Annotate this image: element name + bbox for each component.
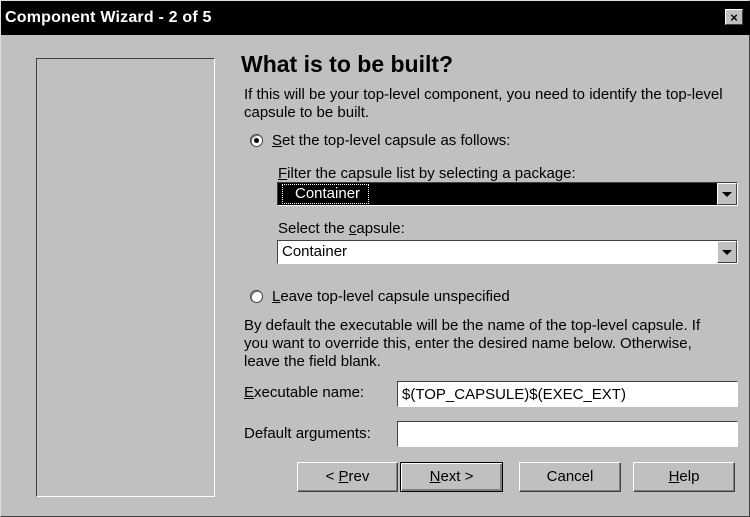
cancel-button[interactable]: Cancel (519, 462, 621, 492)
radio-set-capsule-indicator[interactable] (250, 134, 263, 147)
title-bar: Component Wizard - 2 of 5 × (1, 1, 750, 35)
wizard-image-panel (36, 58, 215, 497)
default-arguments-input[interactable] (397, 421, 738, 447)
default-arguments-label: Default arguments: (244, 425, 371, 442)
select-capsule-label: Select the capsule: (278, 220, 405, 237)
close-icon: × (730, 10, 738, 25)
radio-leave-unspecified-indicator[interactable] (250, 290, 263, 303)
package-filter-dropdown[interactable]: Container (277, 182, 738, 206)
next-button[interactable]: Next > (400, 462, 503, 492)
wizard-window: Component Wizard - 2 of 5 × What is to b… (0, 0, 750, 517)
help-button[interactable]: Help (633, 462, 735, 492)
executable-info-text: By default the executable will be the na… (244, 317, 701, 370)
executable-name-input[interactable] (397, 381, 738, 407)
prev-button[interactable]: < Prev (297, 462, 398, 492)
intro-text: If this will be your top-level component… (244, 86, 723, 121)
radio-set-capsule[interactable]: Set the top-level capsule as follows: (250, 132, 510, 149)
capsule-dropdown-button[interactable] (717, 241, 737, 263)
filter-package-label: Filter the capsule list by selecting a p… (278, 165, 576, 182)
page-title: What is to be built? (241, 51, 454, 77)
close-button[interactable]: × (725, 9, 743, 25)
capsule-value: Container (282, 243, 348, 260)
radio-leave-unspecified[interactable]: Leave top-level capsule unspecified (250, 288, 510, 305)
radio-leave-unspecified-label: Leave top-level capsule unspecified (272, 288, 510, 305)
executable-name-label: Executable name: (244, 384, 365, 401)
package-filter-value: Container (282, 184, 370, 204)
capsule-dropdown[interactable]: Container (277, 240, 738, 264)
chevron-down-icon (722, 249, 732, 255)
package-filter-dropdown-button[interactable] (717, 183, 737, 205)
window-title: Component Wizard - 2 of 5 (5, 9, 212, 26)
radio-set-capsule-label: Set the top-level capsule as follows: (272, 132, 511, 149)
chevron-down-icon (722, 191, 732, 197)
